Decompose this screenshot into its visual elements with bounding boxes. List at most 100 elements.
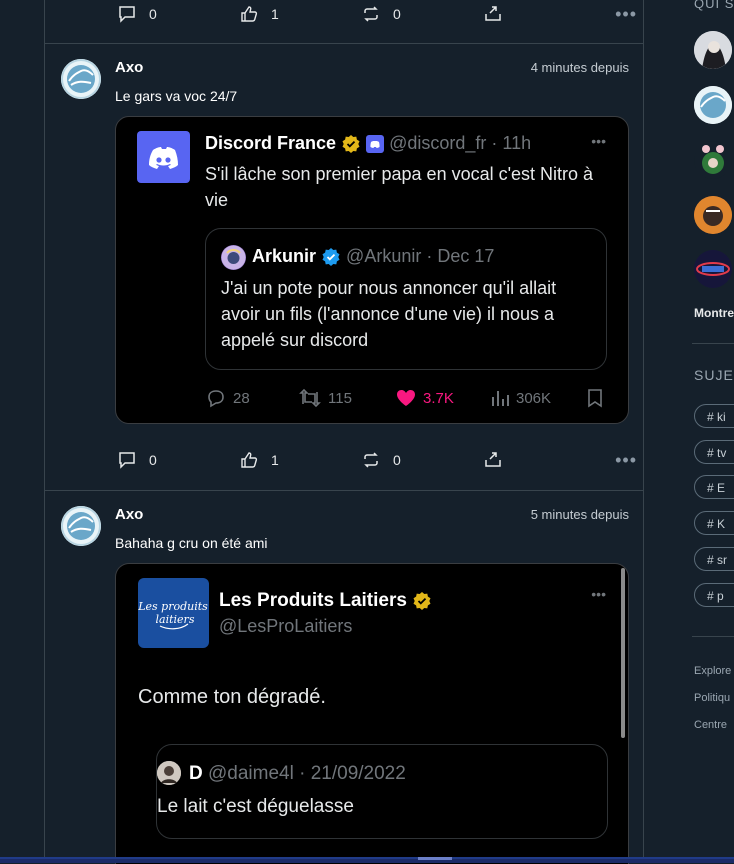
reply-count: 28 [233,389,250,407]
affiliate-badge-icon [366,135,385,154]
retweet-count: 115 [328,389,352,407]
show-more-link[interactable]: Montre [694,306,734,320]
share-count: 0 [393,452,401,468]
repost-icon [364,452,378,468]
embedded-tweet[interactable]: Les produits laitiers Les Produits Laitie… [115,563,629,864]
topic-tag[interactable]: # tv [694,440,734,464]
who-to-follow-title: QUI S [694,0,734,11]
quoted-author-name: Arkunir [252,246,317,266]
heart-icon [397,390,415,406]
external-share-button[interactable] [483,450,503,470]
embedded-tweet[interactable]: Discord France @discord_fr · 11h ••• S'i… [115,116,629,424]
quoted-tweet[interactable]: D @daime4l · 21/09/2022 Le lait c'est dé… [156,744,608,839]
les-produits-laitiers-logo: Les produits laitiers [137,578,209,648]
post: Axo 5 minutes depuis Bahaha g cru on été… [45,491,643,864]
like-button[interactable]: 1 [239,4,361,24]
thumbs-up-icon [241,6,258,22]
quoted-avatar [221,245,246,270]
topic-tag[interactable]: # p [694,583,734,607]
divider [692,343,734,344]
discord-logo [137,131,190,183]
post-time: 4 minutes depuis [530,60,629,75]
divider [692,636,734,637]
footer-link[interactable]: Centre [694,719,727,731]
svg-text:Les produits: Les produits [138,600,208,613]
embed-body: S'il lâche son premier papa en vocal c'e… [205,164,594,210]
post-action-bar: 0 1 0 ••• [117,2,637,26]
suggested-avatar[interactable] [694,86,732,124]
quoted-header: Arkunir @Arkunir · Dec 17 [252,246,494,267]
post-text: Bahaha g cru on été ami [115,535,268,551]
embed-author-name[interactable]: Discord France [205,133,336,153]
embed-handle: @LesProLaitiers [219,616,353,636]
author-name[interactable]: Axo [115,506,143,523]
more-options-button[interactable]: ••• [615,450,637,471]
share-button[interactable]: 0 [361,4,483,24]
topic-tag[interactable]: # E [694,475,734,499]
embed-more-button[interactable]: ••• [591,133,606,149]
footer-link[interactable]: Politiqu [694,692,730,704]
quoted-body: J'ai un pote pour nous annoncer qu'il al… [221,278,557,350]
share-button[interactable]: 0 [361,450,483,470]
comment-icon [119,452,135,469]
quoted-handle: @daime4l · 21/09/2022 [208,763,406,784]
like-stat[interactable]: 3.7K [395,387,454,409]
embed-body: Comme ton dégradé. [138,686,326,708]
verified-blue-icon [322,248,340,267]
feed-column: 0 1 0 ••• Axo 4 minutes depuis Le gars v… [44,0,644,864]
analytics-icon [492,391,509,406]
suggested-avatar[interactable] [694,141,732,179]
comment-button[interactable]: 0 [117,4,239,24]
thumbs-up-icon [241,452,258,468]
retweet-icon [299,388,321,408]
topic-tag[interactable]: # ki [694,404,734,428]
embed-handle: @discord_fr · 11h [389,133,532,153]
like-button[interactable]: 1 [239,450,361,470]
author-name[interactable]: Axo [115,59,143,76]
retweet-stat[interactable]: 115 [298,387,352,409]
external-share-button[interactable] [483,4,503,24]
suggested-avatar[interactable] [694,31,732,69]
reply-stat[interactable]: 28 [205,387,250,409]
post-text: Le gars va voc 24/7 [115,88,238,104]
embed-header: Discord France @discord_fr · 11h [205,133,531,154]
quoted-handle: @Arkunir · Dec 17 [346,246,495,266]
post-time: 5 minutes depuis [530,507,629,522]
avatar[interactable] [61,506,101,546]
comment-count: 0 [149,6,157,22]
quoted-author-name: D [189,763,203,784]
comment-icon [119,6,135,23]
post: Axo 4 minutes depuis Le gars va voc 24/7… [45,44,643,490]
taskbar-strip [0,857,734,863]
views-stat[interactable]: 306K [490,387,551,409]
reply-icon [208,390,224,408]
avatar[interactable] [61,59,101,99]
topic-tag[interactable]: # sr [694,547,734,571]
embed-author-row: Les Produits Laitiers [219,590,432,612]
suggested-avatar[interactable] [694,250,732,288]
share-arrow-icon [485,6,501,21]
more-options-button[interactable]: ••• [615,4,637,25]
quoted-header: D @daime4l · 21/09/2022 [189,763,406,785]
repost-icon [364,6,378,22]
embed-more-button[interactable]: ••• [591,586,606,602]
suggested-avatar[interactable] [694,196,732,234]
footer-link[interactable]: Explore [694,665,731,677]
like-count: 1 [271,6,279,22]
like-count: 3.7K [423,389,454,407]
bookmark-icon[interactable] [585,387,605,409]
quoted-body: Le lait c'est déguelasse [157,796,354,817]
embed-author-name[interactable]: Les Produits Laitiers [219,590,407,611]
scrollbar[interactable] [621,568,625,738]
topic-tag[interactable]: # K [694,511,734,535]
share-arrow-icon [485,452,501,467]
quoted-avatar [157,761,181,785]
comment-button[interactable]: 0 [117,450,239,470]
views-count: 306K [516,389,552,407]
verified-gold-icon [413,591,431,610]
right-sidebar: QUI S Montre SUJE # ki # tv # E # K # sr… [692,0,734,863]
embed-stats-bar: 28 115 3.7K 306K [205,387,605,411]
like-count: 1 [271,452,279,468]
quoted-tweet[interactable]: Arkunir @Arkunir · Dec 17 J'ai un pote p… [205,228,607,370]
topics-title: SUJE [694,367,734,383]
